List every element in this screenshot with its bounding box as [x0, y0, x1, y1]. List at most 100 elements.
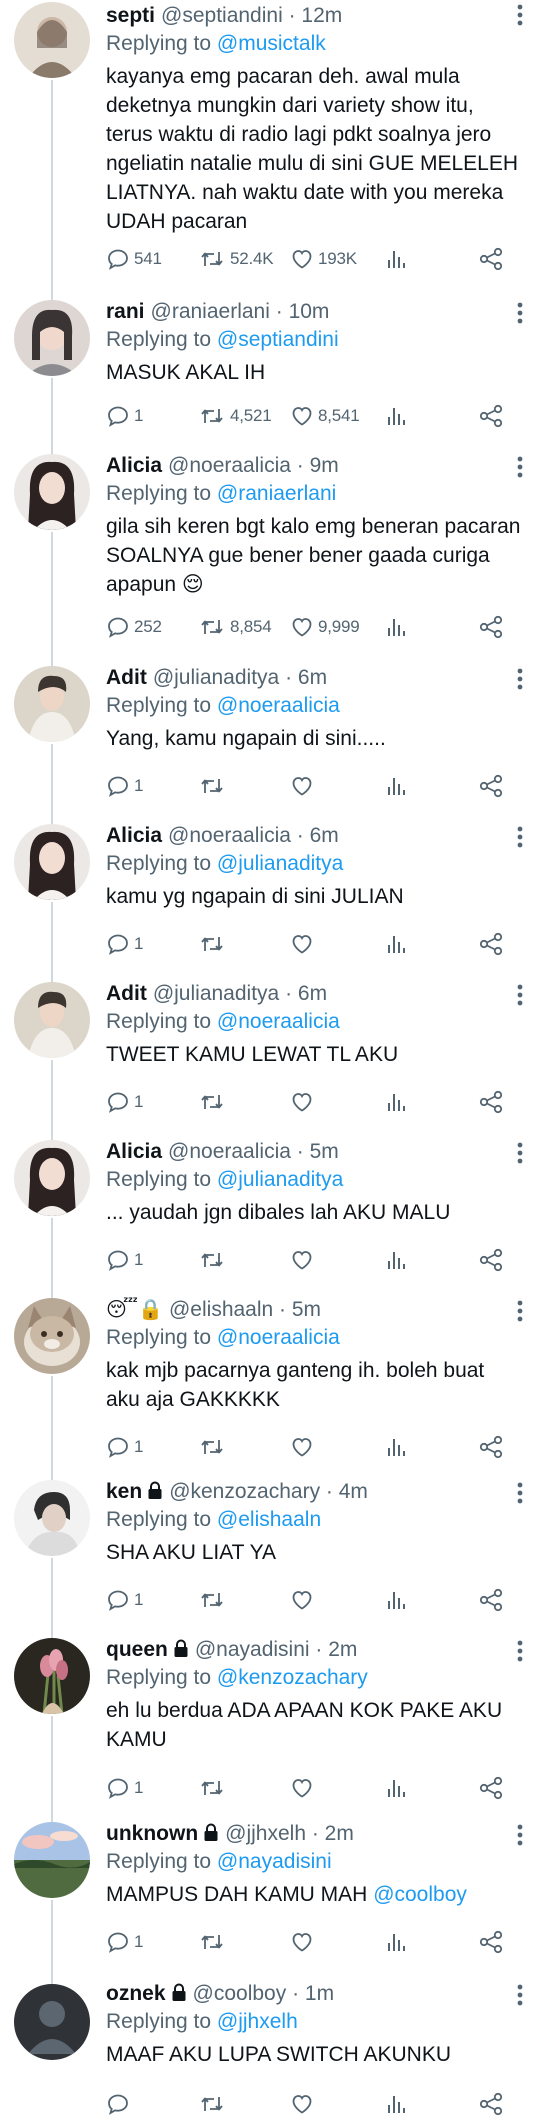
share-button[interactable] — [478, 930, 504, 958]
tweet[interactable]: Alicia @noeraalicia · 9m Replying to @ran… — [0, 450, 538, 660]
mention-link[interactable]: @coolboy — [373, 1883, 467, 1906]
timestamp[interactable]: · 12m — [289, 4, 343, 27]
share-button[interactable] — [478, 1774, 504, 1802]
display-name[interactable]: 😴🔒 — [106, 1299, 163, 1321]
timestamp[interactable]: · 4m — [326, 1480, 368, 1503]
tweet[interactable]: rani @raniaerlani · 10m Replying to @sept… — [0, 290, 538, 450]
user-handle[interactable]: @nayadisini — [195, 1638, 310, 1661]
avatar[interactable] — [14, 300, 90, 376]
more-vertical-icon[interactable] — [516, 668, 524, 690]
timestamp[interactable]: · 6m — [297, 824, 339, 847]
replying-to-link[interactable]: @julianaditya — [217, 1168, 343, 1191]
timestamp[interactable]: · 5m — [279, 1298, 321, 1321]
reply-button[interactable]: 541 — [106, 245, 162, 273]
more-vertical-icon[interactable] — [516, 984, 524, 1006]
avatar[interactable] — [14, 454, 90, 530]
more-vertical-icon[interactable] — [516, 826, 524, 848]
display-name[interactable]: Alicia — [106, 824, 162, 847]
more-vertical-icon[interactable] — [516, 1482, 524, 1504]
user-handle[interactable]: @noeraalicia — [168, 454, 291, 477]
avatar[interactable] — [14, 2, 90, 78]
tweet[interactable]: ken @kenzozachary · 4m Replying to @elish… — [0, 1474, 538, 1632]
share-button[interactable] — [478, 613, 504, 641]
like-button[interactable] — [290, 1088, 318, 1116]
avatar[interactable] — [14, 1638, 90, 1714]
replying-to-link[interactable]: @jjhxelh — [217, 2010, 298, 2033]
retweet-button[interactable] — [198, 930, 230, 958]
like-button[interactable] — [290, 772, 318, 800]
tweet[interactable]: Adit @julianaditya · 6m Replying to @noer… — [0, 976, 538, 1134]
tweet[interactable]: septi @septiandini · 12m Replying to @mus… — [0, 0, 538, 290]
share-button[interactable] — [478, 1586, 504, 1614]
more-vertical-icon[interactable] — [516, 1824, 524, 1846]
tweet[interactable]: Alicia @noeraalicia · 5m Replying to @jul… — [0, 1134, 538, 1292]
retweet-button[interactable] — [198, 772, 230, 800]
replying-to-link[interactable]: @raniaerlani — [217, 482, 336, 505]
replying-to-link[interactable]: @septiandini — [217, 328, 339, 351]
share-button[interactable] — [478, 1246, 504, 1274]
more-vertical-icon[interactable] — [516, 456, 524, 478]
reply-button[interactable]: 252 — [106, 613, 162, 641]
more-vertical-icon[interactable] — [516, 4, 524, 26]
retweet-button[interactable] — [198, 1088, 230, 1116]
more-vertical-icon[interactable] — [516, 1142, 524, 1164]
retweet-button[interactable]: 8,854 — [198, 613, 272, 641]
timestamp[interactable]: · 9m — [297, 454, 339, 477]
reply-button[interactable]: 1 — [106, 1928, 143, 1956]
tweet[interactable]: Alicia @noeraalicia · 6m Replying to @jul… — [0, 818, 538, 976]
analytics-button[interactable] — [386, 613, 406, 641]
timestamp[interactable]: · 2m — [315, 1638, 357, 1661]
display-name[interactable]: ken — [106, 1480, 142, 1503]
display-name[interactable]: queen — [106, 1638, 168, 1661]
more-vertical-icon[interactable] — [516, 1984, 524, 2006]
avatar[interactable] — [14, 1140, 90, 1216]
replying-to-link[interactable]: @musictalk — [217, 32, 326, 55]
replying-to-link[interactable]: @noeraalicia — [217, 1326, 340, 1349]
user-handle[interactable]: @julianaditya — [153, 666, 279, 689]
display-name[interactable]: septi — [106, 4, 155, 27]
user-handle[interactable]: @jjhxelh — [225, 1822, 306, 1845]
replying-to-link[interactable]: @kenzozachary — [217, 1666, 368, 1689]
reply-button[interactable]: 1 — [106, 1586, 143, 1614]
share-button[interactable] — [478, 772, 504, 800]
share-button[interactable] — [478, 1088, 504, 1116]
replying-to-link[interactable]: @julianaditya — [217, 852, 343, 875]
user-handle[interactable]: @coolboy — [193, 1982, 287, 2005]
timestamp[interactable]: · 2m — [312, 1822, 354, 1845]
like-button[interactable] — [290, 1433, 318, 1461]
more-vertical-icon[interactable] — [516, 1640, 524, 1662]
display-name[interactable]: unknown — [106, 1822, 198, 1845]
replying-to-link[interactable]: @noeraalicia — [217, 1010, 340, 1033]
timestamp[interactable]: · 6m — [285, 666, 327, 689]
user-handle[interactable]: @elishaaln — [169, 1298, 273, 1321]
display-name[interactable]: Adit — [106, 666, 147, 689]
like-button[interactable] — [290, 1246, 318, 1274]
analytics-button[interactable] — [386, 772, 406, 800]
retweet-button[interactable]: 52.4K — [198, 245, 274, 273]
retweet-button[interactable] — [198, 1433, 230, 1461]
analytics-button[interactable] — [386, 2090, 406, 2118]
timestamp[interactable]: · 6m — [285, 982, 327, 1005]
tweet[interactable]: oznek @coolboy · 1m Replying to @jjhxelh … — [0, 1974, 538, 2118]
display-name[interactable]: oznek — [106, 1982, 166, 2005]
reply-button[interactable]: 1 — [106, 1088, 143, 1116]
avatar[interactable] — [14, 1480, 90, 1556]
timestamp[interactable]: · 1m — [292, 1982, 334, 2005]
retweet-button[interactable] — [198, 1928, 230, 1956]
share-button[interactable] — [478, 245, 504, 273]
share-button[interactable] — [478, 1433, 504, 1461]
tweet[interactable]: Adit @julianaditya · 6m Replying to @noer… — [0, 660, 538, 818]
retweet-button[interactable] — [198, 1586, 230, 1614]
replying-to-link[interactable]: @elishaaln — [217, 1508, 321, 1531]
tweet[interactable]: unknown @jjhxelh · 2m Replying to @nayadi… — [0, 1816, 538, 1974]
share-button[interactable] — [478, 402, 504, 430]
like-button[interactable]: 9,999 — [290, 613, 360, 641]
analytics-button[interactable] — [386, 930, 406, 958]
like-button[interactable] — [290, 1586, 318, 1614]
avatar[interactable] — [14, 1984, 90, 2060]
analytics-button[interactable] — [386, 1246, 406, 1274]
analytics-button[interactable] — [386, 1586, 406, 1614]
timestamp[interactable]: · 5m — [297, 1140, 339, 1163]
replying-to-link[interactable]: @nayadisini — [217, 1850, 332, 1873]
reply-button[interactable]: 1 — [106, 402, 143, 430]
